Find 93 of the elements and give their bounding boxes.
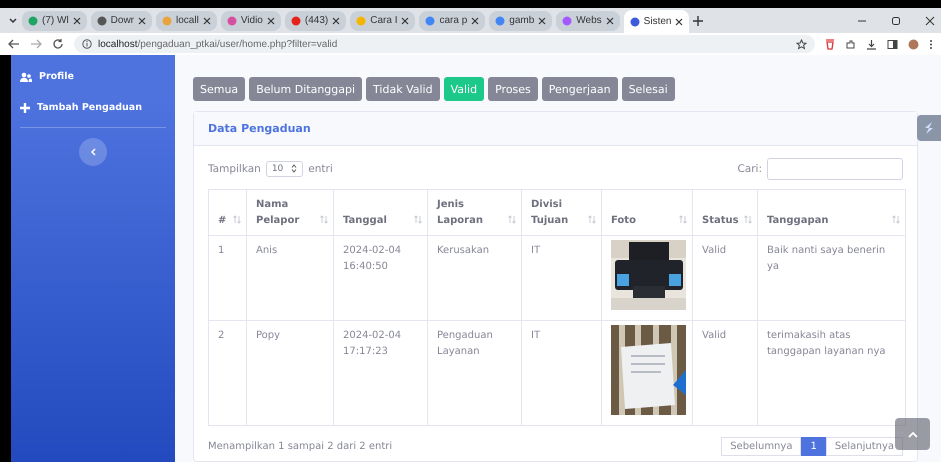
table-cell: 2024-02-04 16:40:50	[334, 236, 428, 320]
column-header[interactable]: Foto	[602, 190, 692, 236]
search-field[interactable]	[767, 158, 903, 180]
close-tab-icon[interactable]	[401, 16, 410, 24]
table-info: Menampilkan 1 sampai 2 dari 2 entri	[208, 441, 392, 452]
avatar-icon[interactable]	[908, 38, 919, 50]
site-icon	[28, 16, 38, 26]
page-button[interactable]: Selanjutnya	[826, 437, 903, 456]
table-cell: IT	[522, 236, 602, 320]
browser-tab[interactable]: Vidio	[220, 10, 281, 30]
site-icon	[495, 16, 506, 26]
page-button[interactable]: Sebelumnya	[721, 437, 802, 456]
browser-tab[interactable]: (443)	[284, 10, 346, 30]
page-button[interactable]: 1	[801, 437, 826, 456]
restore-icon[interactable]	[891, 16, 901, 26]
filter-button[interactable]: Tidak Valid	[366, 77, 440, 101]
site-icon	[630, 16, 640, 26]
table-cell: 2024-02-04 17:17:23	[334, 320, 428, 426]
side-panel-icon[interactable]	[887, 38, 898, 50]
table-cell: Popy	[246, 320, 334, 426]
close-icon[interactable]	[925, 16, 935, 26]
filter-button[interactable]: Selesai	[622, 77, 675, 101]
filter-button[interactable]: Belum Ditanggapi	[249, 77, 362, 101]
tab-list-icon[interactable]	[8, 16, 18, 26]
new-tab-icon[interactable]	[693, 16, 704, 26]
card-title: Data Pengaduan	[208, 122, 311, 135]
column-header[interactable]: Jenis Laporan	[428, 190, 522, 236]
star-icon[interactable]	[796, 38, 807, 50]
column-header[interactable]: Nama Pelapor	[246, 190, 334, 236]
column-header[interactable]: #	[208, 190, 246, 236]
url-text: localhost/pengaduan_ptkai/user/home.php?filter=valid	[98, 38, 338, 50]
browser-tab[interactable]: Webs	[556, 10, 620, 30]
page-length-select[interactable]: 10	[266, 161, 304, 177]
close-tab-icon[interactable]	[202, 16, 211, 24]
column-header[interactable]: Tanggal	[334, 190, 428, 236]
puzzle-icon[interactable]	[845, 38, 856, 50]
filter-button[interactable]: Proses	[488, 77, 538, 101]
site-icon	[226, 16, 237, 26]
close-tab-icon[interactable]	[471, 16, 480, 24]
search-label: Cari:	[737, 163, 762, 175]
filter-button[interactable]: Pengerjaan	[542, 77, 618, 101]
close-tab-icon[interactable]	[538, 16, 546, 24]
table-cell: terimakasih atas tanggapan layanan nya	[758, 320, 906, 426]
length-label: Tampilkan	[208, 163, 261, 175]
browser-tab[interactable]: (7) Wl	[22, 10, 87, 30]
close-tab-icon[interactable]	[138, 16, 146, 24]
table-cell: 2	[208, 320, 246, 426]
close-tab-icon[interactable]	[332, 16, 340, 24]
site-icon	[356, 16, 366, 26]
close-tab-icon[interactable]	[675, 18, 684, 26]
sidebar-toggle-button[interactable]	[79, 138, 107, 166]
download-icon[interactable]	[866, 38, 877, 50]
extension-icon[interactable]	[825, 38, 835, 50]
table-cell: 1	[208, 236, 246, 320]
reload-icon[interactable]	[52, 38, 64, 50]
table-cell: Valid	[692, 236, 758, 320]
users-icon	[20, 72, 32, 82]
table-cell: Baik nanti saya benerin ya	[758, 236, 906, 320]
close-tab-icon[interactable]	[606, 16, 614, 24]
table-cell: Kerusakan	[428, 236, 522, 320]
close-tab-icon[interactable]	[72, 16, 81, 24]
column-header[interactable]: Divisi Tujuan	[522, 190, 602, 236]
sidebar-item[interactable]: Tambah Pengaduan	[11, 96, 175, 127]
bolt-icon	[923, 121, 935, 135]
address-bar[interactable]: localhost/pengaduan_ptkai/user/home.php?filter=valid	[74, 35, 815, 53]
site-icon	[562, 16, 572, 26]
table-cell: IT	[522, 320, 602, 426]
browser-tab[interactable]: cara p	[419, 10, 486, 30]
site-icon	[425, 16, 436, 26]
table-cell: Anis	[246, 236, 334, 320]
close-tab-icon[interactable]	[266, 16, 275, 24]
filter-button[interactable]: Semua	[193, 77, 246, 101]
info-icon[interactable]	[82, 39, 92, 49]
browser-tab[interactable]: locall	[156, 10, 217, 30]
browser-tab[interactable]: Dowr	[90, 10, 152, 30]
column-header[interactable]: Tanggapan	[758, 190, 906, 236]
site-icon	[96, 16, 107, 26]
site-icon	[290, 16, 301, 26]
back-icon[interactable]	[8, 39, 20, 49]
table-cell: Valid	[692, 320, 758, 426]
chevron-icon	[90, 148, 96, 156]
sidebar-item[interactable]: Profile	[11, 65, 175, 96]
column-header[interactable]: Status	[692, 190, 758, 236]
browser-tab[interactable]: Sisten	[624, 10, 690, 33]
scroll-top-button[interactable]	[895, 418, 930, 450]
more-icon[interactable]	[929, 38, 933, 50]
plus-icon	[20, 102, 30, 112]
site-icon	[162, 16, 172, 26]
table-cell: Pengaduan Layanan	[428, 320, 522, 426]
browser-tab[interactable]: gamb	[489, 10, 552, 30]
updown-icon	[291, 164, 298, 173]
length-label: entri	[308, 163, 333, 175]
browser-tab[interactable]: Cara I	[350, 10, 416, 30]
